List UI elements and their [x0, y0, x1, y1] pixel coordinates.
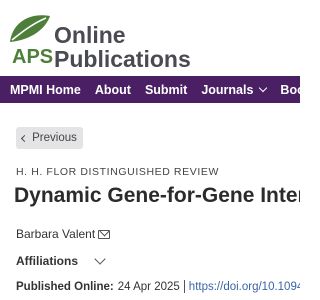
site-header: APS Online Publications [0, 0, 300, 76]
published-date: 24 Apr 2025 [117, 280, 180, 293]
nav-item-journals[interactable]: Journals [194, 83, 273, 97]
logo-line-publications: Publications [54, 46, 191, 72]
affiliations-label: Affiliations [16, 254, 78, 268]
nav-item-mpmi-home[interactable]: MPMI Home [0, 83, 88, 97]
mail-icon[interactable] [98, 229, 111, 239]
author-row: Barbara Valent [16, 227, 111, 241]
chevron-down-icon [259, 83, 268, 92]
previous-button[interactable]: Previous [16, 127, 83, 149]
logo-line-online: Online [54, 22, 126, 48]
affiliations-toggle[interactable]: Affiliations [16, 252, 106, 268]
author-name[interactable]: Barbara Valent [16, 227, 95, 241]
divider [183, 280, 185, 293]
nav-item-label: About [94, 82, 131, 97]
article-title: Dynamic Gene-for-Gene Inter [14, 184, 300, 207]
nav-item-label: MPMI Home [10, 82, 81, 97]
published-label: Published Online: [16, 280, 114, 293]
aps-logo[interactable]: APS Online Publications [6, 10, 191, 72]
page: APS Online Publications MPMI Home About … [0, 0, 300, 300]
chevron-left-icon [21, 134, 29, 142]
previous-button-label: Previous [32, 132, 77, 144]
nav-item-about[interactable]: About [88, 83, 138, 97]
article-category: H. H. FLOR DISTINGUISHED REVIEW [16, 166, 219, 178]
nav-item-label: Submit [144, 82, 188, 97]
publication-info: Published Online: 24 Apr 2025 https://do… [16, 280, 300, 293]
nav-item-submit[interactable]: Submit [138, 83, 194, 97]
nav-item-books[interactable]: Books [273, 83, 300, 97]
nav-item-label: Journals [201, 82, 254, 97]
logo-mark: APS [12, 46, 54, 68]
nav-item-label: Books [280, 82, 300, 97]
chevron-down-icon [94, 252, 106, 265]
doi-link[interactable]: https://doi.org/10.1094/ [189, 281, 300, 293]
main-nav: MPMI Home About Submit Journals Books [0, 76, 300, 103]
